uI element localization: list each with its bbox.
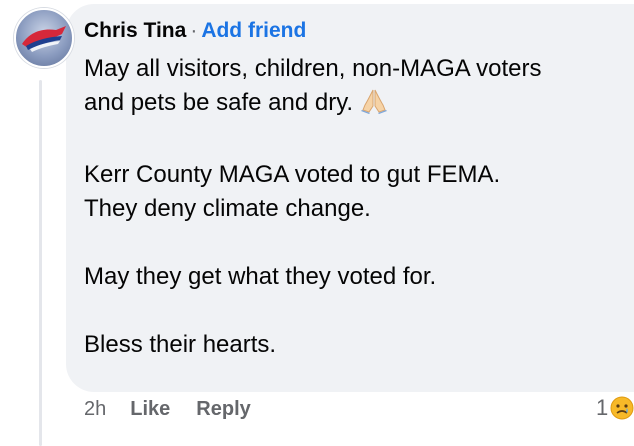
comment-timestamp[interactable]: 2h xyxy=(84,398,106,420)
reaction-summary[interactable]: 1 xyxy=(596,394,634,427)
comment-line: May they get what they voted for. xyxy=(84,263,437,290)
comment-line: They deny climate change. xyxy=(84,195,371,222)
comment-header: Chris Tina · Add friend xyxy=(84,18,306,44)
reply-button[interactable]: Reply xyxy=(196,398,250,420)
avatar-image-icon xyxy=(22,26,66,52)
comment-line: Bless their hearts. xyxy=(84,331,277,358)
header-separator: · xyxy=(190,19,198,42)
add-friend-link[interactable]: Add friend xyxy=(201,19,306,42)
comment-text: May all visitors, children, non-MAGA vot… xyxy=(84,52,634,362)
sad-face-icon xyxy=(610,396,634,427)
comment-line-with-emoji: and pets be safe and dry. xyxy=(84,86,634,124)
like-button[interactable]: Like xyxy=(130,398,170,420)
comment-screen: Chris Tina · Add friend May all visitors, … xyxy=(0,0,634,446)
comment-paragraph: May they get what they voted for. xyxy=(84,260,634,294)
reply-thread-line xyxy=(39,80,42,446)
comment-actions: 2h Like Reply xyxy=(84,396,251,422)
comment-paragraph: Bless their hearts. xyxy=(84,328,634,362)
comment-paragraph: Kerr County MAGA voted to gut FEMA. They… xyxy=(84,158,634,226)
comment-paragraph: May all visitors, children, non-MAGA vot… xyxy=(84,52,634,124)
author-name[interactable]: Chris Tina xyxy=(84,19,186,42)
comment-line-text: and pets be safe and dry. xyxy=(84,89,354,116)
avatar[interactable] xyxy=(14,8,74,68)
pray-icon xyxy=(359,88,389,124)
comment-line: May all visitors, children, non-MAGA vot… xyxy=(84,55,542,82)
reaction-count: 1 xyxy=(596,395,609,420)
comment-line: Kerr County MAGA voted to gut FEMA. xyxy=(84,161,501,188)
